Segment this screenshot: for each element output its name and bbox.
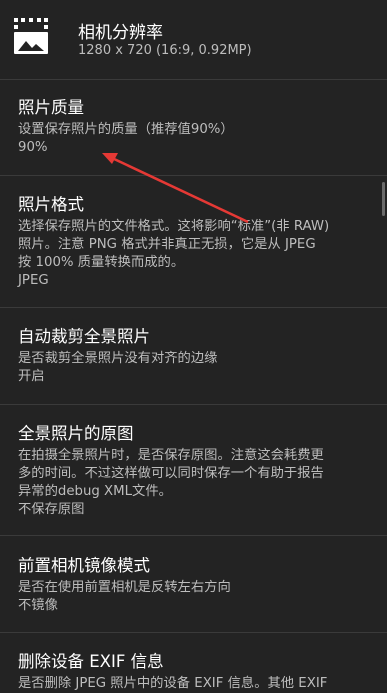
- pref-value: 不保存原图: [18, 502, 85, 517]
- pref-value: 不镜像: [18, 598, 58, 613]
- pref-value: JPEG: [18, 273, 49, 288]
- resolution-title: 相机分辨率: [78, 23, 163, 43]
- pref-value: 开启: [18, 369, 45, 384]
- pref-summary-line: 在拍摄全景照片时，是否保存原图。注意这会耗费更: [18, 448, 324, 463]
- pref-summary: 是否裁剪全景照片没有对齐的边缘: [18, 351, 218, 366]
- pref-title: 照片格式: [18, 195, 84, 214]
- divider: [0, 535, 387, 536]
- pref-summary: 设置保存照片的质量（推荐值90%）: [18, 122, 234, 137]
- pref-summary-line: 异常的debug XML文件。: [18, 484, 172, 499]
- pref-summary-line: 多的时间。不过这样做可以同时保存一个有助于报告: [18, 466, 324, 481]
- pref-auto-crop-panorama[interactable]: 自动裁剪全景照片 是否裁剪全景照片没有对齐的边缘 开启: [18, 326, 368, 386]
- pref-photo-format[interactable]: 照片格式 选择保存照片的文件格式。这将影响“标准”(非 RAW) 照片。注意 P…: [18, 194, 368, 290]
- pref-title: 删除设备 EXIF 信息: [18, 652, 164, 671]
- pref-summary-line: 按 100% 质量转换而成的。: [18, 255, 185, 270]
- resolution-value: 1280 x 720 (16:9, 0.92MP): [78, 43, 252, 58]
- pref-front-camera-mirror[interactable]: 前置相机镜像模式 是否在使用前置相机是反转左右方向 不镜像: [18, 555, 368, 615]
- camera-resolution-row[interactable]: 相机分辨率 1280 x 720 (16:9, 0.92MP): [0, 0, 387, 76]
- pref-panorama-original[interactable]: 全景照片的原图 在拍摄全景照片时，是否保存原图。注意这会耗费更 多的时间。不过这…: [18, 423, 368, 519]
- pref-value: 90%: [18, 140, 48, 155]
- pref-title: 前置相机镜像模式: [18, 556, 150, 575]
- pref-summary: 是否删除 JPEG 照片中的设备 EXIF 信息。其他 EXIF: [18, 676, 328, 691]
- pref-remove-exif[interactable]: 删除设备 EXIF 信息 是否删除 JPEG 照片中的设备 EXIF 信息。其他…: [18, 651, 368, 693]
- scrollbar[interactable]: [382, 182, 385, 216]
- pref-summary-line: 选择保存照片的文件格式。这将影响“标准”(非 RAW): [18, 219, 330, 234]
- divider: [0, 79, 387, 80]
- divider: [0, 175, 387, 176]
- divider: [0, 307, 387, 308]
- divider: [0, 404, 387, 405]
- pref-title: 照片质量: [18, 98, 84, 117]
- pref-title: 自动裁剪全景照片: [18, 327, 150, 346]
- pref-photo-quality[interactable]: 照片质量 设置保存照片的质量（推荐值90%） 90%: [18, 97, 368, 157]
- pref-title: 全景照片的原图: [18, 424, 134, 443]
- pref-summary: 是否在使用前置相机是反转左右方向: [18, 580, 231, 595]
- image-resolution-icon: [14, 18, 48, 54]
- divider: [0, 632, 387, 633]
- pref-summary-line: 照片。注意 PNG 格式并非真正无损，它是从 JPEG: [18, 237, 316, 252]
